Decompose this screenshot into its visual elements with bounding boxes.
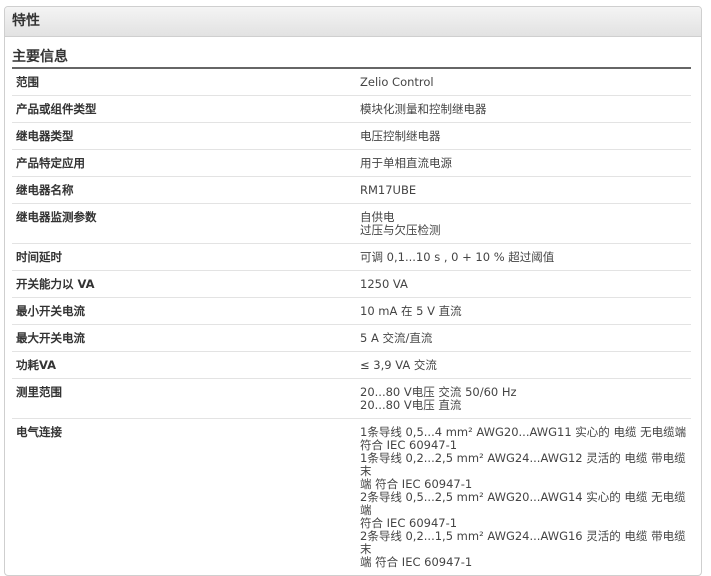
table-row: 测里范围 20...80 V电压 交流 50/60 Hz 20...80 V电压 直… [12,378,691,419]
table-row: 电气连接 1条导线 0,5...4 mm² AWG20...AWG11 实心的 电… [12,418,691,575]
property-value-line: 端 符合 IEC 60947-1 [360,555,473,569]
property-value: 可调 0,1...10 s , 0 + 10 % 超过阈值 [356,243,691,271]
property-label: 开关能力以 VA [12,270,356,298]
property-value: 用于单相直流电源 [356,149,691,177]
property-label: 产品或组件类型 [12,95,356,123]
property-value: 20...80 V电压 交流 50/60 Hz 20...80 V电压 直流 [356,378,691,419]
property-value-line: Zelio Control [360,75,434,89]
property-value-line: 1250 VA [360,277,408,291]
property-label: 产品特定应用 [12,149,356,177]
property-value-line: 模块化测量和控制继电器 [360,102,487,116]
property-label: 继电器监测参数 [12,203,356,244]
property-label: 功耗VA [12,351,356,379]
table-row: 时间延时 可调 0,1...10 s , 0 + 10 % 超过阈值 [12,243,691,271]
property-value-line: 2条导线 0,5...2,5 mm² AWG20...AWG14 实心的 电缆 … [360,490,686,517]
property-label: 测里范围 [12,378,356,419]
property-value-line: 可调 0,1...10 s , 0 + 10 % 超过阈值 [360,250,555,264]
properties-table: 范围 Zelio Control 产品或组件类型 模块化测量和控制继电器 继电器类型 电压… [12,69,691,575]
table-row: 继电器名称 RM17UBE [12,176,691,204]
section-title: 主要信息 [12,49,691,69]
table-row: 范围 Zelio Control [12,69,691,96]
property-value-line: 2条导线 0,2...1,5 mm² AWG24...AWG16 灵活的 电缆 … [360,529,686,556]
table-row: 开关能力以 VA 1250 VA [12,270,691,298]
property-value-line: 20...80 V电压 直流 [360,398,462,412]
property-value-line: 过压与欠压检测 [360,223,441,237]
property-value: 1条导线 0,5...4 mm² AWG20...AWG11 实心的 电缆 无电… [356,418,691,575]
main-info-section: 主要信息 范围 Zelio Control 产品或组件类型 模块化测量和控制继电器 继电… [5,49,701,575]
table-row: 最小开关电流 10 mA 在 5 V 直流 [12,297,691,325]
property-value: 10 mA 在 5 V 直流 [356,297,691,325]
table-row: 继电器监测参数 自供电 过压与欠压检测 [12,203,691,244]
table-row: 产品特定应用 用于单相直流电源 [12,149,691,177]
property-value: Zelio Control [356,69,691,96]
property-value-line: RM17UBE [360,183,417,197]
table-row: 功耗VA ≤ 3,9 VA 交流 [12,351,691,379]
property-label: 电气连接 [12,418,356,575]
property-label: 时间延时 [12,243,356,271]
property-value: 模块化测量和控制继电器 [356,95,691,123]
panel-title: 特性 [5,7,701,37]
property-label: 范围 [12,69,356,96]
property-value: 5 A 交流/直流 [356,324,691,352]
property-value-line: 用于单相直流电源 [360,156,452,170]
table-row: 最大开关电流 5 A 交流/直流 [12,324,691,352]
property-value-line: 1条导线 0,2...2,5 mm² AWG24...AWG12 灵活的 电缆 … [360,451,686,478]
property-value-line: ≤ 3,9 VA 交流 [360,358,437,372]
characteristics-panel: 特性 主要信息 范围 Zelio Control 产品或组件类型 模块化测量和控制继电… [4,6,702,576]
property-value: 自供电 过压与欠压检测 [356,203,691,244]
property-value: RM17UBE [356,176,691,204]
table-row: 产品或组件类型 模块化测量和控制继电器 [12,95,691,123]
property-value: 电压控制继电器 [356,122,691,150]
property-value-line: 电压控制继电器 [360,129,441,143]
property-value-line: 5 A 交流/直流 [360,331,433,345]
property-value-line: 10 mA 在 5 V 直流 [360,304,462,318]
table-row: 继电器类型 电压控制继电器 [12,122,691,150]
property-label: 继电器类型 [12,122,356,150]
property-value: ≤ 3,9 VA 交流 [356,351,691,379]
property-label: 最大开关电流 [12,324,356,352]
property-label: 继电器名称 [12,176,356,204]
property-label: 最小开关电流 [12,297,356,325]
property-value: 1250 VA [356,270,691,298]
